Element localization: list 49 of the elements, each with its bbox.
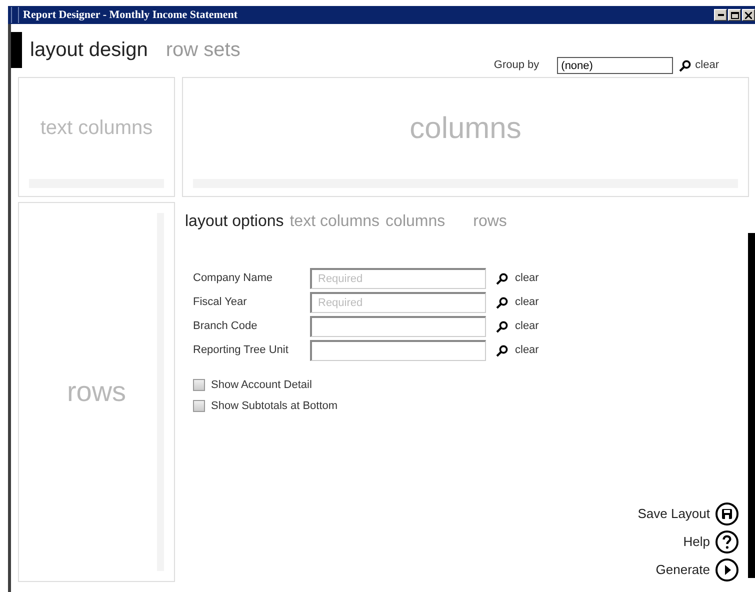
action-label: Generate (656, 561, 710, 580)
checkbox-option[interactable]: Show Subtotals at Bottom (193, 398, 749, 414)
maximize-icon (730, 12, 738, 18)
panel-placeholder: columns (410, 110, 522, 146)
search-icon[interactable] (496, 344, 508, 356)
field-label: Company Name (193, 271, 274, 286)
action-button[interactable]: Save Layout (638, 502, 739, 526)
checkbox-label: Show Subtotals at Bottom (211, 398, 338, 414)
field-label: Branch Code (193, 319, 258, 334)
action-label: Save Layout (638, 505, 710, 524)
search-icon[interactable] (496, 320, 508, 332)
search-icon[interactable] (496, 296, 508, 308)
play-icon (715, 558, 739, 582)
clear-link[interactable]: clear (515, 294, 539, 311)
active-marker (11, 32, 22, 68)
tab[interactable]: layout design (30, 40, 148, 60)
input-field[interactable] (310, 316, 486, 337)
tab[interactable]: layout options (185, 210, 284, 234)
minimize-icon (718, 14, 724, 16)
panel-placeholder: rows (66, 375, 126, 409)
action-button[interactable]: Help (683, 530, 739, 554)
checkbox-option[interactable]: Show Account Detail (193, 377, 749, 394)
field-label: Reporting Tree Unit (193, 343, 290, 358)
window-title: Report Designer - Monthly Income Statement (23, 9, 238, 21)
maximize-button[interactable] (728, 9, 741, 21)
input-field[interactable]: Required (310, 268, 486, 289)
window-grip (11, 7, 19, 23)
input-field[interactable] (310, 340, 486, 361)
clear-link[interactable]: clear (695, 57, 719, 74)
search-icon[interactable] (679, 60, 692, 72)
clear-link[interactable]: clear (515, 342, 539, 359)
group-by-field[interactable]: (none) (557, 57, 674, 74)
close-button[interactable] (742, 9, 755, 21)
panel-placeholder: text columns (40, 116, 153, 141)
clear-link[interactable]: clear (515, 270, 539, 287)
checkbox[interactable] (193, 400, 205, 412)
save-icon (715, 502, 739, 526)
search-icon[interactable] (496, 272, 508, 284)
field-label: Fiscal Year (193, 295, 248, 310)
clear-link[interactable]: clear (515, 318, 539, 335)
minimize-button[interactable] (714, 9, 727, 21)
input-field[interactable]: Required (310, 292, 486, 313)
checkbox-label: Show Account Detail (211, 378, 312, 393)
action-button[interactable]: Generate (656, 558, 739, 582)
group-by-label: Group by (494, 58, 540, 74)
help-icon (715, 530, 739, 554)
action-label: Help (683, 533, 710, 552)
checkbox[interactable] (193, 379, 205, 392)
close-icon (745, 12, 752, 18)
